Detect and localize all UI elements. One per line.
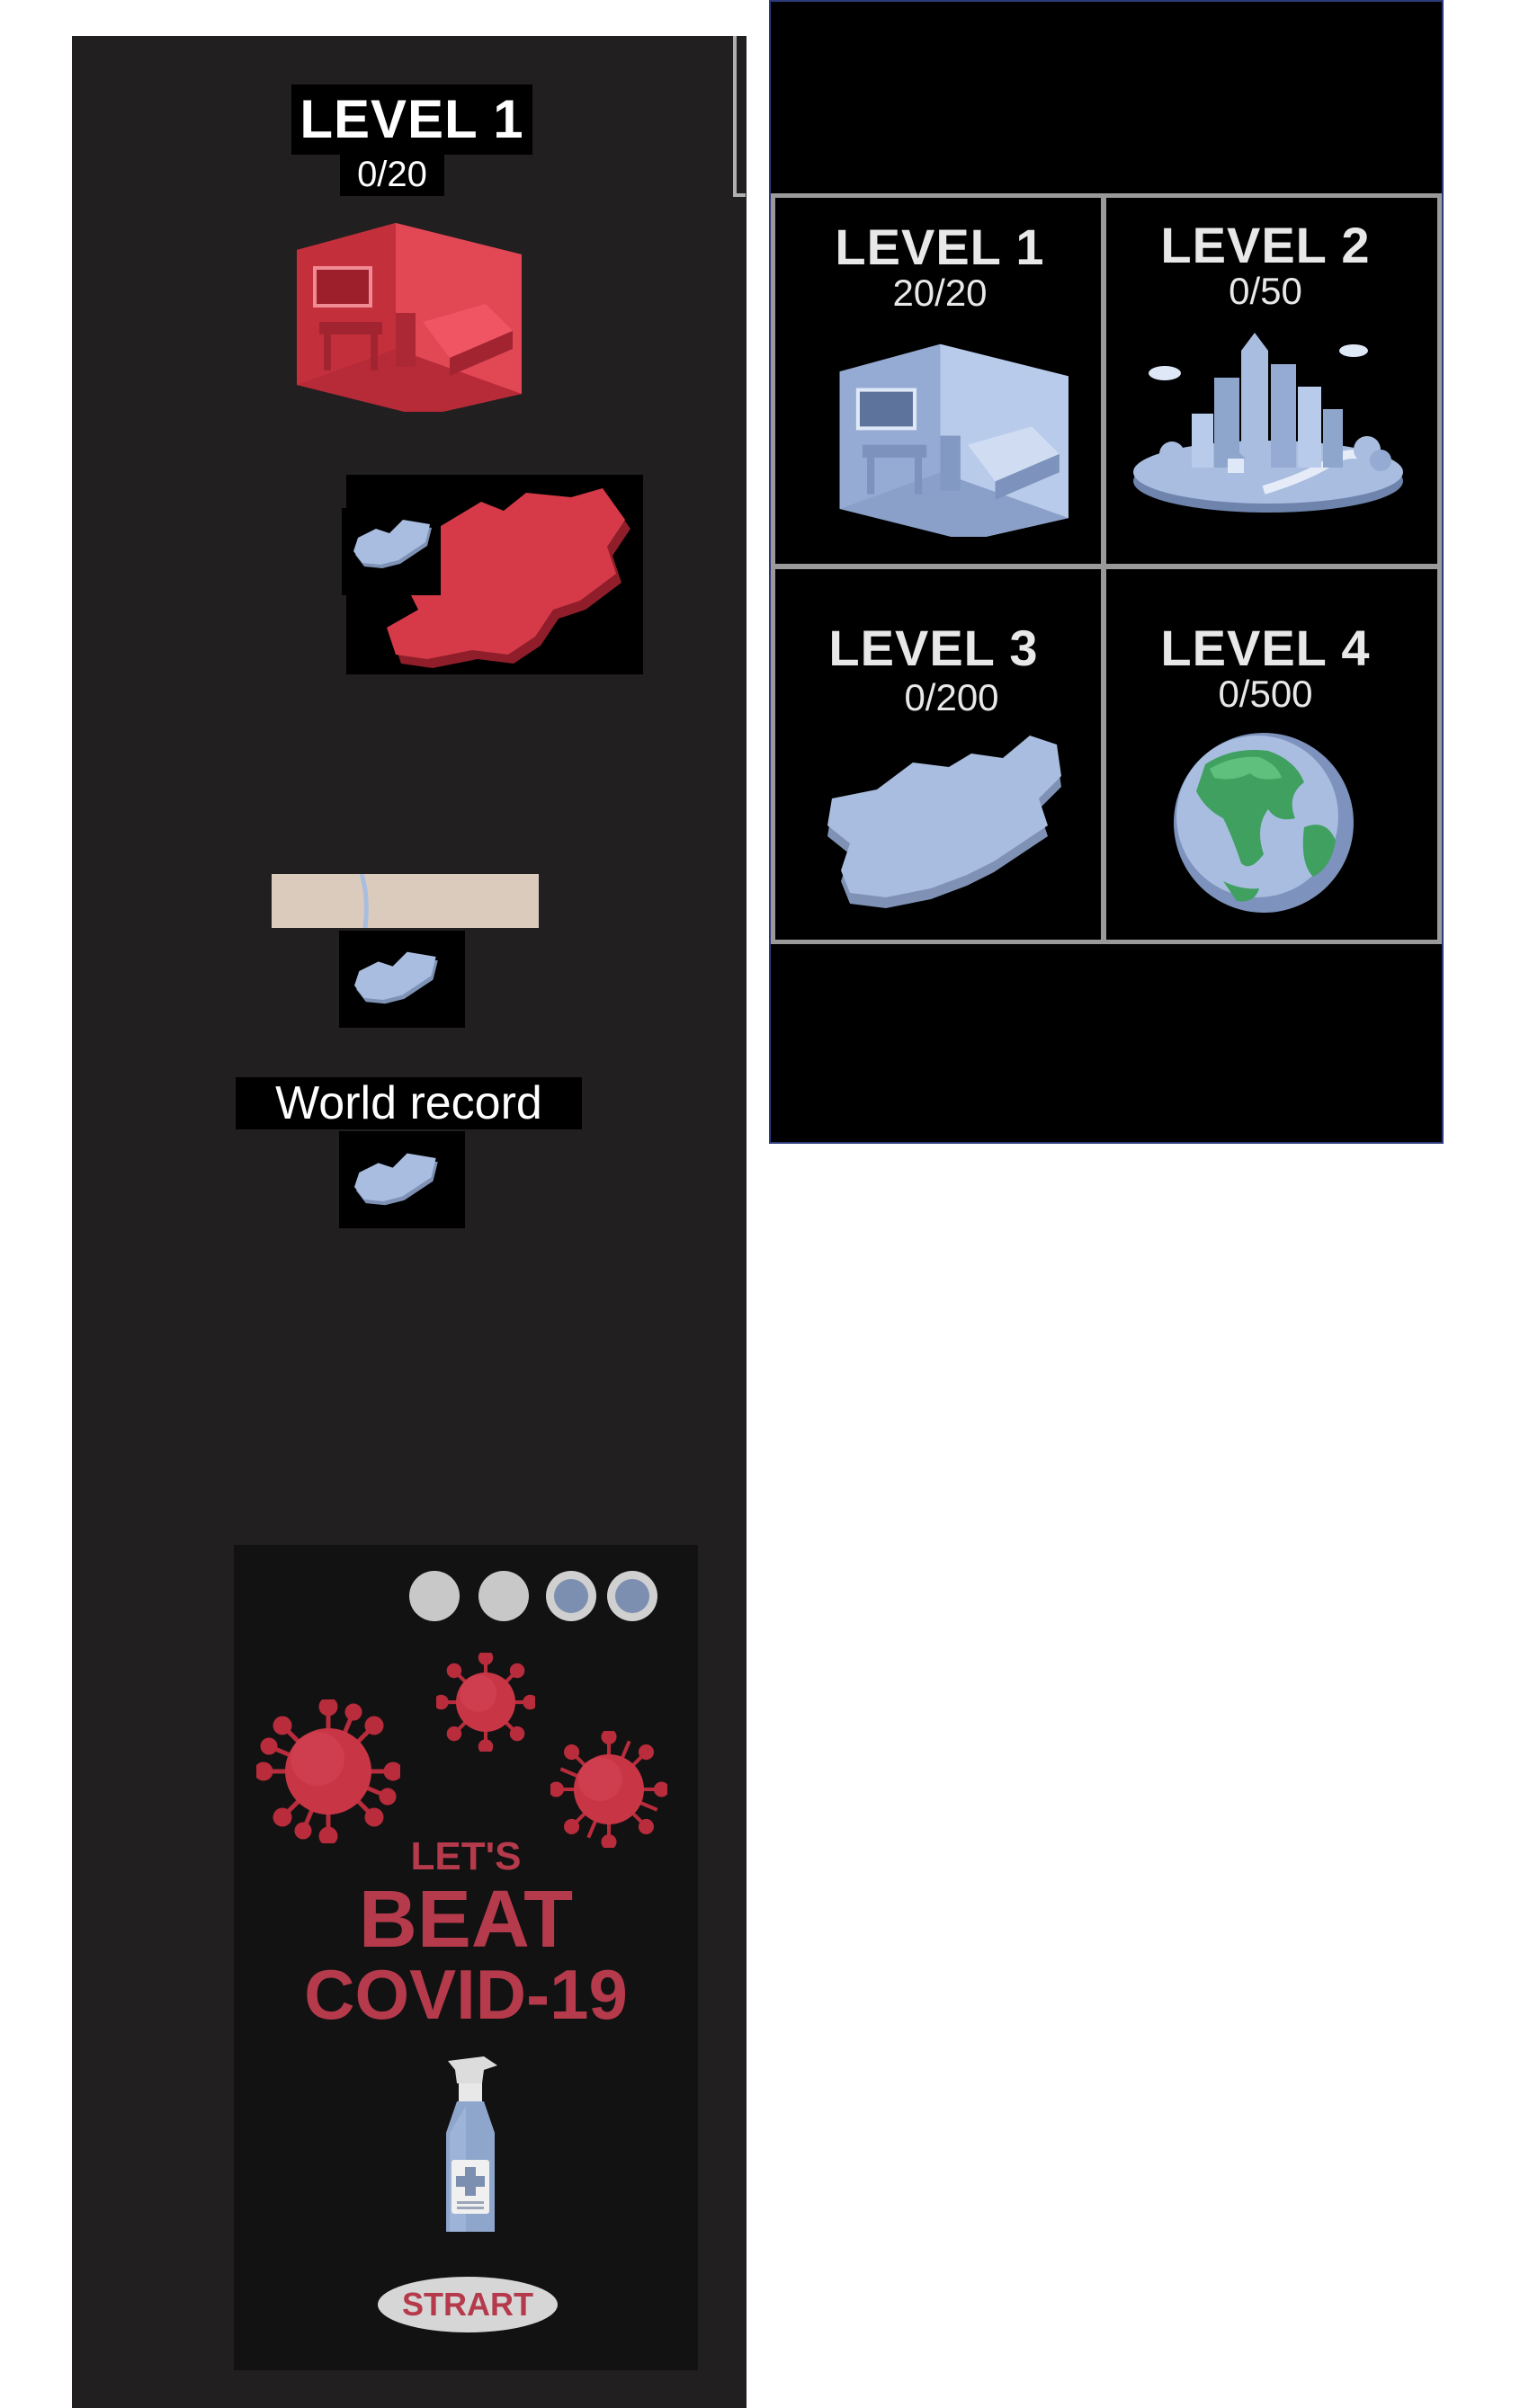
level-1-progress: 20/20 (892, 272, 988, 314)
room-icon[interactable] (270, 214, 522, 412)
room-icon (839, 343, 1069, 537)
level-progress: 0/20 (340, 153, 444, 196)
headline-small: LET'S (410, 1834, 522, 1878)
headline-covid: COVID-19 (304, 1955, 628, 2034)
country-map-small-icon (353, 520, 432, 568)
virus-icon (550, 1731, 667, 1848)
level-4-progress: 0/500 (1218, 673, 1313, 715)
page-dot-2[interactable] (478, 1571, 529, 1621)
virus-icon (256, 1699, 400, 1843)
country-map-thumb-icon (354, 951, 438, 1004)
globe-icon (1174, 733, 1354, 913)
headline-big: BEAT (358, 1875, 574, 1965)
city-icon (1133, 333, 1403, 513)
level-3-progress: 0/200 (904, 676, 999, 718)
page-dot-1[interactable] (409, 1571, 460, 1621)
world-record-label: World record (236, 1077, 582, 1129)
start-button[interactable]: STRART (378, 2277, 558, 2332)
progress-bar (272, 874, 539, 928)
sanitizer-spray-icon (446, 2056, 497, 2232)
country-map-record-icon (354, 1153, 438, 1206)
level-4-title: LEVEL 4 (1160, 620, 1371, 676)
level-2-title: LEVEL 2 (1160, 217, 1371, 273)
level-title: LEVEL 1 (291, 85, 532, 155)
progress-marker (360, 874, 369, 928)
level-1-title: LEVEL 1 (835, 219, 1045, 275)
screen-edge-divider (733, 36, 746, 197)
level-2-progress: 0/50 (1229, 270, 1302, 312)
page-dot-3[interactable] (546, 1571, 596, 1621)
country-map-icon (827, 736, 1061, 908)
level-3-title: LEVEL 3 (828, 620, 1039, 676)
virus-icon (436, 1653, 535, 1752)
page-dot-4[interactable] (607, 1571, 657, 1621)
